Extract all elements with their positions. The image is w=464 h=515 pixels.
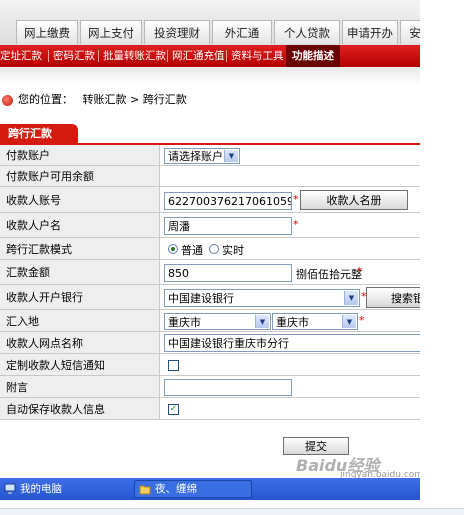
windows-taskbar: 我的电脑 夜、缠绵	[0, 478, 420, 500]
row-payee-account: 收款人账号 6227003762170610591 * 收款人名册	[0, 187, 420, 213]
chevron-down-icon: ▼	[255, 315, 269, 328]
payee-name-input[interactable]: 周潘	[164, 217, 292, 235]
folder-icon	[139, 485, 151, 495]
required-mark: *	[357, 265, 363, 278]
search-bank-button[interactable]: 搜索银	[366, 287, 420, 308]
chevron-down-icon: ▼	[342, 315, 356, 328]
autosave-label: 自动保存收款人信息	[0, 398, 160, 419]
row-payee-name: 收款人户名 周潘 *	[0, 213, 420, 238]
nav-shadow	[0, 67, 420, 85]
sms-checkbox[interactable]	[168, 360, 179, 371]
row-amount: 汇款金额 850 捌佰伍拾元整 *	[0, 260, 420, 285]
message-label: 附言	[0, 376, 160, 397]
payee-account-value: 6227003762170610591	[168, 194, 292, 208]
branch-label: 收款人网点名称	[0, 332, 160, 353]
city-select-value: 重庆市	[276, 315, 309, 329]
tab-more[interactable]: 安	[400, 20, 420, 44]
chevron-down-icon: ▼	[224, 150, 238, 162]
taskbar-my-computer[interactable]: 我的电脑	[20, 480, 62, 498]
row-balance: 付款账户可用余额	[0, 166, 420, 187]
breadcrumb: 您的位置： 转账汇款 > 跨行汇款	[18, 91, 187, 109]
breadcrumb-path: 转账汇款 > 跨行汇款	[82, 93, 187, 106]
nav-fixed-address-remit[interactable]: 定址汇款	[0, 45, 42, 67]
nav-password-remit[interactable]: 密码汇款	[53, 45, 95, 67]
tab-forex[interactable]: 外汇通	[212, 20, 272, 44]
payee-name-label: 收款人户名	[0, 213, 160, 237]
sub-nav-bar: 定址汇款 密码汇款 批量转账汇款 网汇通充值 资料与工具 功能描述	[0, 45, 420, 67]
row-message: 附言	[0, 376, 420, 398]
province-select-value: 重庆市	[168, 315, 201, 329]
row-bank: 收款人开户银行 中国建设银行 ▼ * 搜索银	[0, 285, 420, 310]
row-payer-account: 付款账户 请选择账户 ▼	[0, 145, 420, 166]
required-mark: *	[359, 314, 365, 327]
payee-name-value: 周潘	[168, 220, 190, 233]
section-tab-interbank: 跨行汇款	[0, 124, 78, 144]
nav-batch-transfer[interactable]: 批量转账汇款	[103, 45, 166, 67]
amount-in-words: 捌佰伍拾元整	[296, 268, 362, 281]
sms-label: 定制收款人短信通知	[0, 354, 160, 375]
bank-label: 收款人开户银行	[0, 285, 160, 309]
payer-account-label: 付款账户	[0, 145, 160, 165]
balance-label: 付款账户可用余额	[0, 166, 160, 186]
tab-online-payment[interactable]: 网上缴费	[16, 20, 78, 44]
taskbar-folder-label: 夜、缠绵	[155, 483, 197, 495]
tab-online-pay[interactable]: 网上支付	[80, 20, 142, 44]
row-remit-mode: 跨行汇款模式 普通 实时	[0, 238, 420, 260]
city-select[interactable]: 重庆市 ▼	[272, 313, 358, 330]
payee-account-label: 收款人账号	[0, 187, 160, 212]
nav-function-desc[interactable]: 功能描述	[286, 45, 340, 67]
payee-account-input[interactable]: 6227003762170610591	[164, 192, 292, 210]
top-tab-bar: 网上缴费 网上支付 投资理财 外汇通 个人贷款 申请开办 安	[0, 0, 420, 45]
row-region: 汇入地 重庆市 ▼ 重庆市 ▼ *	[0, 310, 420, 332]
amount-value: 850	[168, 266, 189, 280]
nav-tools[interactable]: 资料与工具	[231, 45, 284, 67]
radio-realtime-label: 实时	[222, 244, 244, 257]
payer-account-select-value: 请选择账户	[168, 150, 223, 163]
amount-input[interactable]: 850	[164, 264, 292, 282]
location-icon	[2, 95, 13, 106]
radio-normal-label: 普通	[181, 244, 203, 257]
branch-input[interactable]: 中国建设银行重庆市分行	[164, 334, 420, 352]
region-label: 汇入地	[0, 310, 160, 331]
nav-recharge[interactable]: 网汇通充值	[172, 45, 225, 67]
branch-value: 中国建设银行重庆市分行	[168, 337, 289, 350]
payee-book-button[interactable]: 收款人名册	[300, 190, 408, 210]
radio-realtime[interactable]	[209, 244, 219, 254]
amount-label: 汇款金额	[0, 260, 160, 284]
breadcrumb-prefix: 您的位置：	[18, 93, 73, 106]
bank-select-value: 中国建设银行	[168, 292, 234, 305]
province-select[interactable]: 重庆市 ▼	[164, 313, 271, 330]
computer-icon	[4, 483, 16, 494]
row-branch: 收款人网点名称 中国建设银行重庆市分行	[0, 332, 420, 354]
required-mark: *	[293, 193, 299, 206]
tab-personal-loan[interactable]: 个人贷款	[274, 20, 340, 44]
tab-investment[interactable]: 投资理财	[144, 20, 210, 44]
tab-apply[interactable]: 申请开办	[342, 20, 398, 44]
message-input[interactable]	[164, 379, 292, 396]
row-sms: 定制收款人短信通知	[0, 354, 420, 376]
autosave-checkbox[interactable]: ✓	[168, 404, 179, 415]
bank-select[interactable]: 中国建设银行 ▼	[164, 289, 360, 307]
remit-mode-label: 跨行汇款模式	[0, 238, 160, 259]
required-mark: *	[293, 218, 299, 231]
chevron-down-icon: ▼	[344, 291, 358, 305]
radio-normal[interactable]	[168, 244, 178, 254]
browser-content: 网上缴费 网上支付 投资理财 外汇通 个人贷款 申请开办 安 定址汇款 密码汇款…	[0, 0, 420, 500]
payer-account-select[interactable]: 请选择账户 ▼	[164, 148, 240, 164]
row-autosave: 自动保存收款人信息 ✓	[0, 398, 420, 420]
